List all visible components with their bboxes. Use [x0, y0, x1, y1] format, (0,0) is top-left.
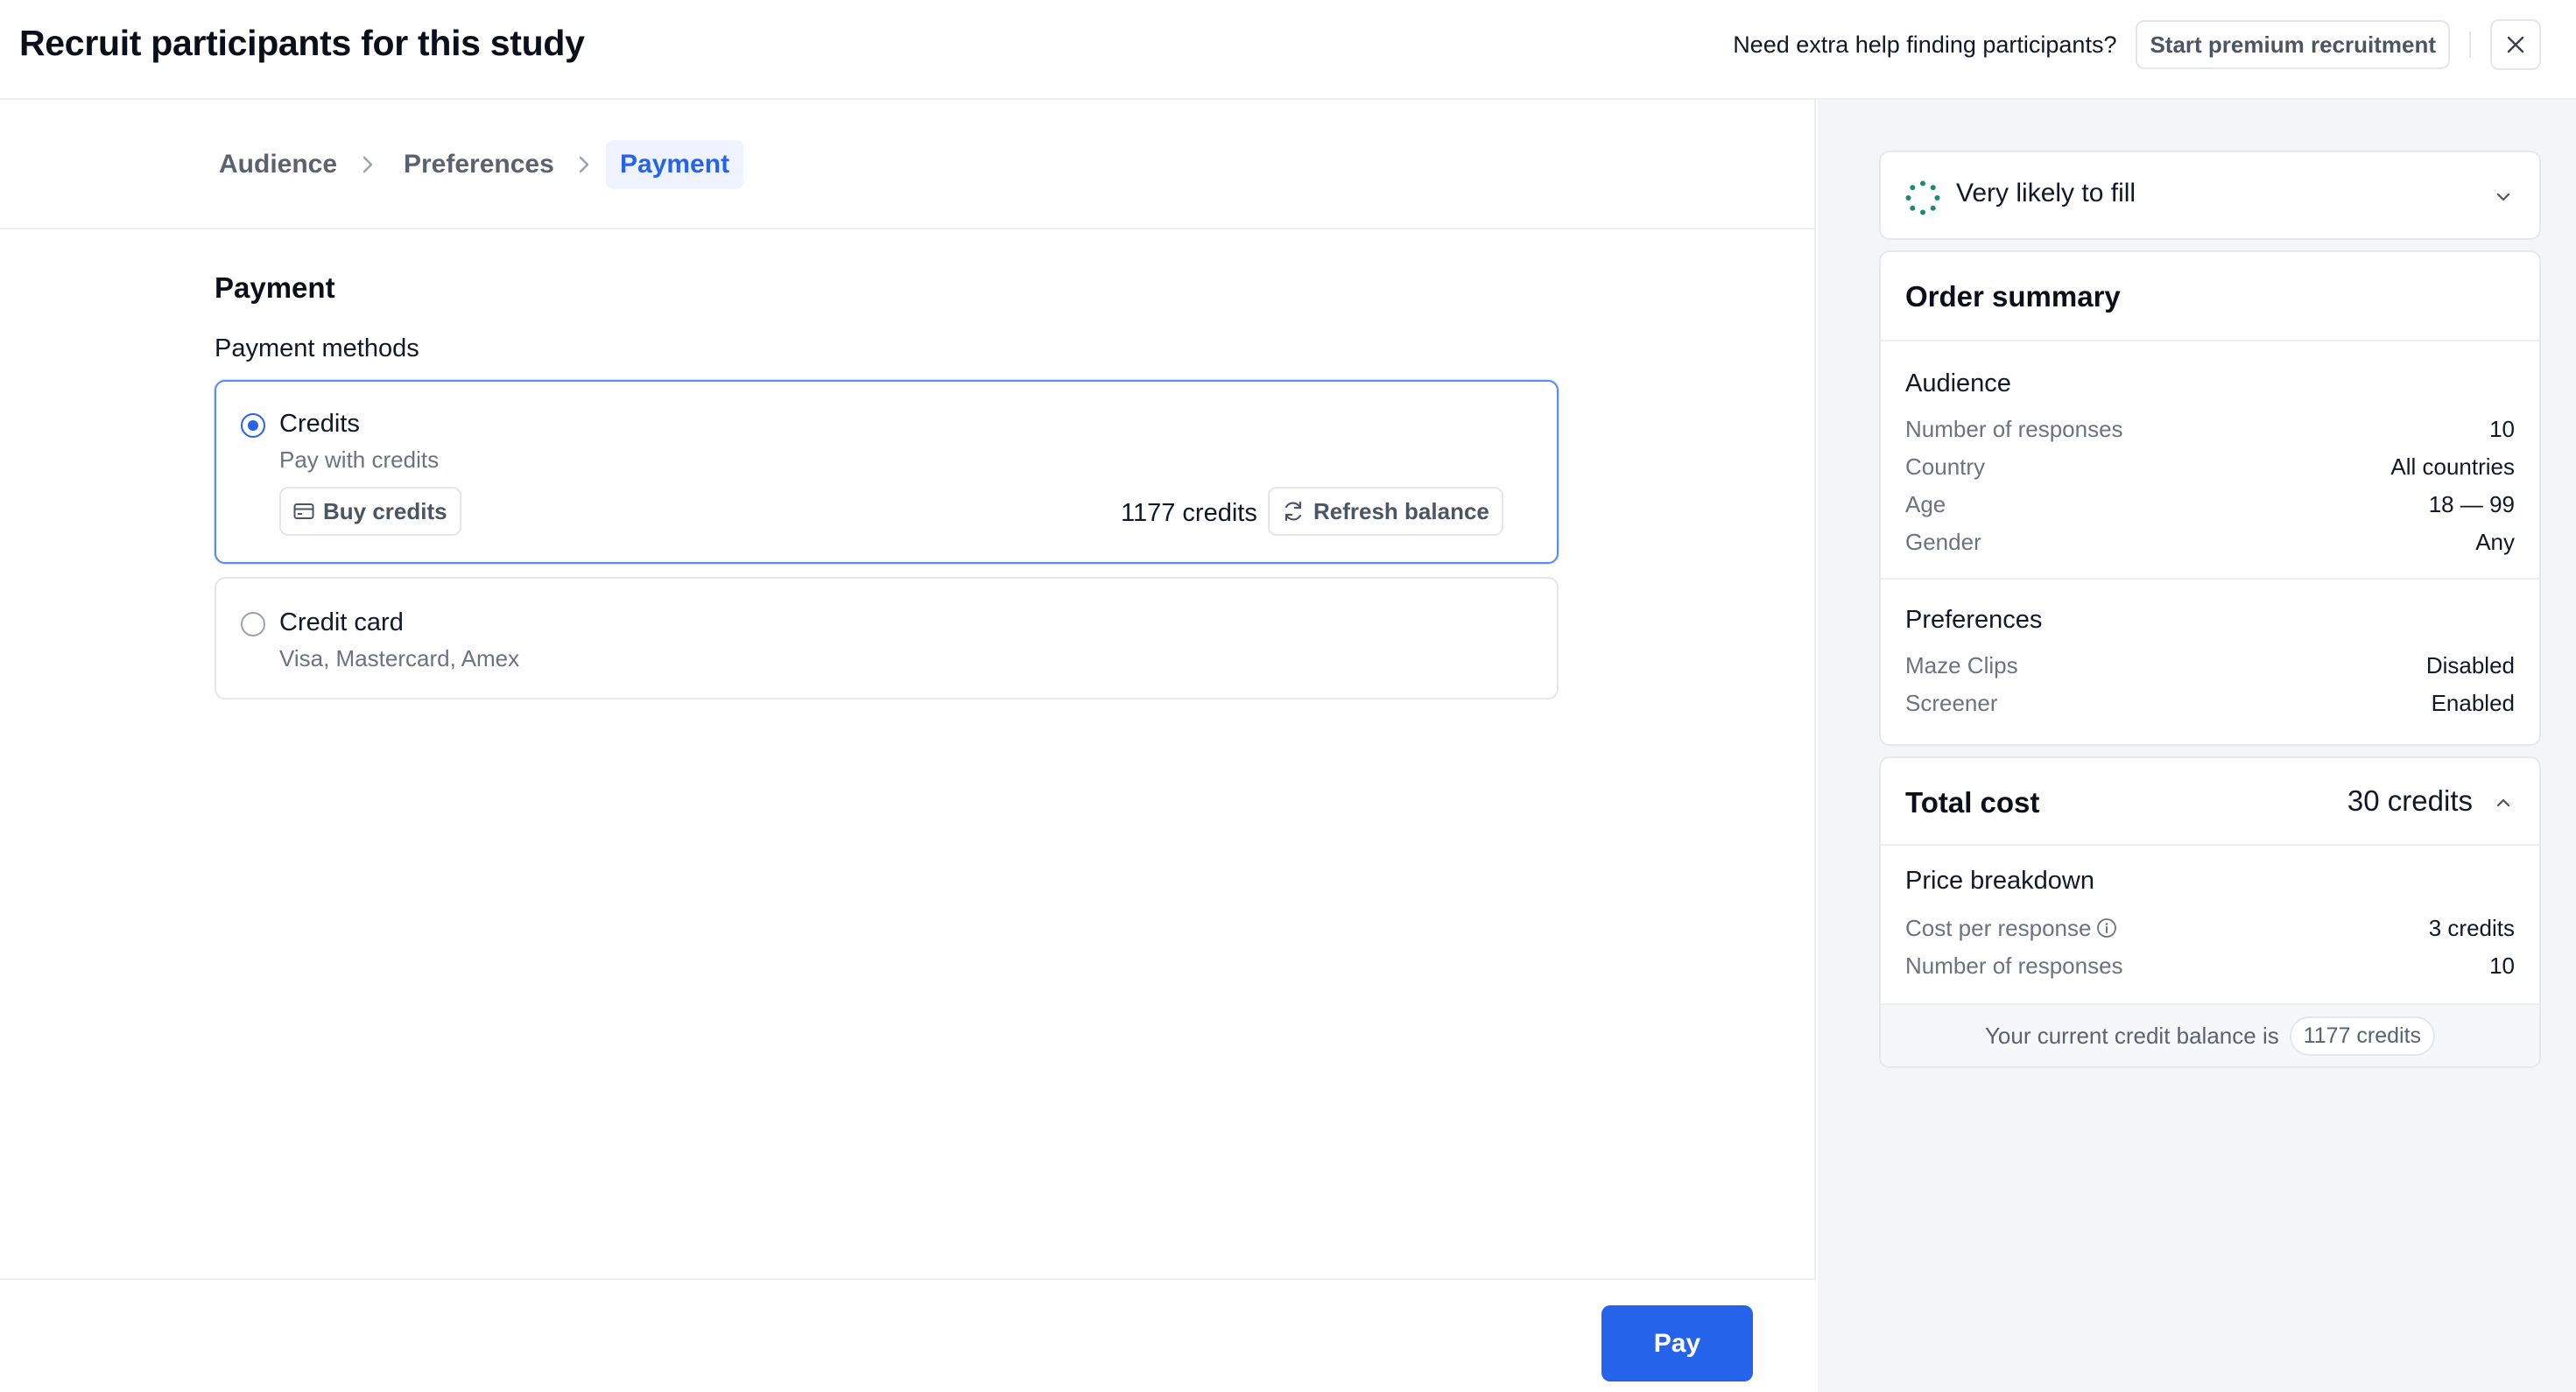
buy-credits-button[interactable]: Buy credits	[279, 487, 461, 536]
page-title: Recruit participants for this study	[19, 23, 585, 63]
credit-card-radio[interactable]	[241, 612, 265, 636]
section-title: Payment	[215, 271, 335, 304]
total-cost-title: Total cost	[1905, 786, 2040, 819]
method-subtitle: Pay with credits	[279, 446, 440, 473]
payment-methods-label: Payment methods	[215, 334, 419, 362]
method-title: Credits	[279, 410, 360, 438]
row-label: Age	[1905, 490, 1946, 517]
balance-pill: 1177 credits	[2289, 1016, 2436, 1056]
close-button[interactable]	[2490, 19, 2541, 70]
row-value: 10	[2489, 952, 2515, 979]
price-breakdown-group: Price breakdown Cost per response 3 cred…	[1881, 846, 2539, 1005]
footer: Pay	[0, 1278, 1816, 1392]
total-cost-header[interactable]: Total cost 30 credits	[1881, 758, 2539, 846]
order-summary-card: Order summary Audience Number of respons…	[1879, 250, 2541, 746]
fill-status: Very likely to fill	[1956, 179, 2136, 207]
pay-button[interactable]: Pay	[1601, 1305, 1753, 1381]
method-title: Credit card	[279, 608, 404, 636]
row-value: Enabled	[2431, 689, 2515, 716]
buy-credits-label: Buy credits	[323, 497, 447, 524]
balance-text: Your current credit balance is	[1984, 1022, 2279, 1049]
preferences-group: Preferences Maze Clips Disabled Screener E…	[1881, 580, 2539, 744]
summary-row: Cost per response 3 credits	[1905, 912, 2515, 944]
help-text: Need extra help finding participants?	[1733, 31, 2117, 58]
order-sidebar: Very likely to fill Order summary Audien…	[1818, 100, 2576, 1392]
chevron-right-icon	[362, 156, 373, 173]
breadcrumb-audience[interactable]: Audience	[205, 140, 351, 189]
chevron-right-icon	[579, 156, 589, 173]
payment-method-credits[interactable]: Credits Pay with credits Buy credits 117…	[215, 380, 1559, 564]
close-icon	[2507, 36, 2524, 53]
summary-row: Age 18 — 99	[1905, 489, 2515, 520]
row-label: Cost per response	[1905, 915, 2117, 942]
credit-balance-bar: Your current credit balance is 1177 cred…	[1881, 1003, 2539, 1066]
row-value: 10	[2489, 415, 2515, 442]
breadcrumb-preferences[interactable]: Preferences	[390, 140, 568, 189]
payment-method-credit-card[interactable]: Credit card Visa, Mastercard, Amex	[215, 577, 1559, 700]
credits-radio[interactable]	[241, 413, 265, 438]
chevron-down-icon	[2496, 193, 2510, 201]
summary-row: Maze Clips Disabled	[1905, 650, 2515, 681]
row-value: Disabled	[2425, 651, 2515, 678]
credit-card-icon	[293, 503, 314, 519]
order-summary-title: Order summary	[1905, 280, 2121, 313]
cost-per-response-label: Cost per response	[1905, 914, 2092, 941]
main-panel: Audience Preferences Payment Payment Pay…	[0, 100, 1816, 1392]
row-label: Number of responses	[1905, 952, 2123, 979]
summary-row: Number of responses 10	[1905, 950, 2515, 981]
summary-row: Screener Enabled	[1905, 687, 2515, 719]
summary-row: Gender Any	[1905, 526, 2515, 558]
row-value: 18 — 99	[2428, 490, 2515, 517]
price-breakdown-title: Price breakdown	[1905, 867, 2094, 895]
total-cost-card: Total cost 30 credits Price breakdown Co…	[1879, 756, 2541, 1068]
chevron-up-icon[interactable]	[2492, 791, 2515, 814]
row-label: Screener	[1905, 689, 1998, 716]
preferences-title: Preferences	[1905, 606, 2043, 634]
start-premium-recruitment-button[interactable]: Start premium recruitment	[2136, 20, 2450, 69]
summary-row: Country All countries	[1905, 451, 2515, 482]
refresh-icon	[1284, 501, 1302, 522]
row-value: 3 credits	[2428, 914, 2515, 941]
fill-likelihood-dropdown[interactable]: Very likely to fill	[1879, 151, 2541, 240]
header-actions: Need extra help finding participants? St…	[1733, 19, 2541, 70]
row-label: Gender	[1905, 528, 1981, 555]
refresh-balance-label: Refresh balance	[1313, 497, 1489, 524]
breadcrumb: Audience Preferences Payment	[0, 100, 1816, 229]
audience-title: Audience	[1905, 369, 2011, 397]
order-summary-header: Order summary	[1881, 252, 2539, 341]
refresh-balance-button[interactable]: Refresh balance	[1268, 487, 1503, 536]
total-cost-amount: 30 credits	[2347, 784, 2473, 817]
row-value: Any	[2475, 528, 2515, 555]
row-value: All countries	[2390, 453, 2515, 480]
spinner-icon	[1905, 180, 1940, 215]
header-divider	[2469, 32, 2471, 58]
row-label: Number of responses	[1905, 415, 2123, 442]
credits-balance: 1177 credits	[1121, 499, 1257, 527]
summary-row: Number of responses 10	[1905, 413, 2515, 445]
row-label: Country	[1905, 453, 1986, 480]
page-header: Recruit participants for this study Need…	[0, 0, 2576, 100]
method-subtitle: Visa, Mastercard, Amex	[279, 645, 520, 671]
row-label: Maze Clips	[1905, 651, 2018, 678]
breadcrumb-payment[interactable]: Payment	[606, 140, 744, 189]
audience-group: Audience Number of responses 10 Country Al…	[1881, 341, 2539, 580]
info-icon[interactable]	[2096, 917, 2117, 939]
